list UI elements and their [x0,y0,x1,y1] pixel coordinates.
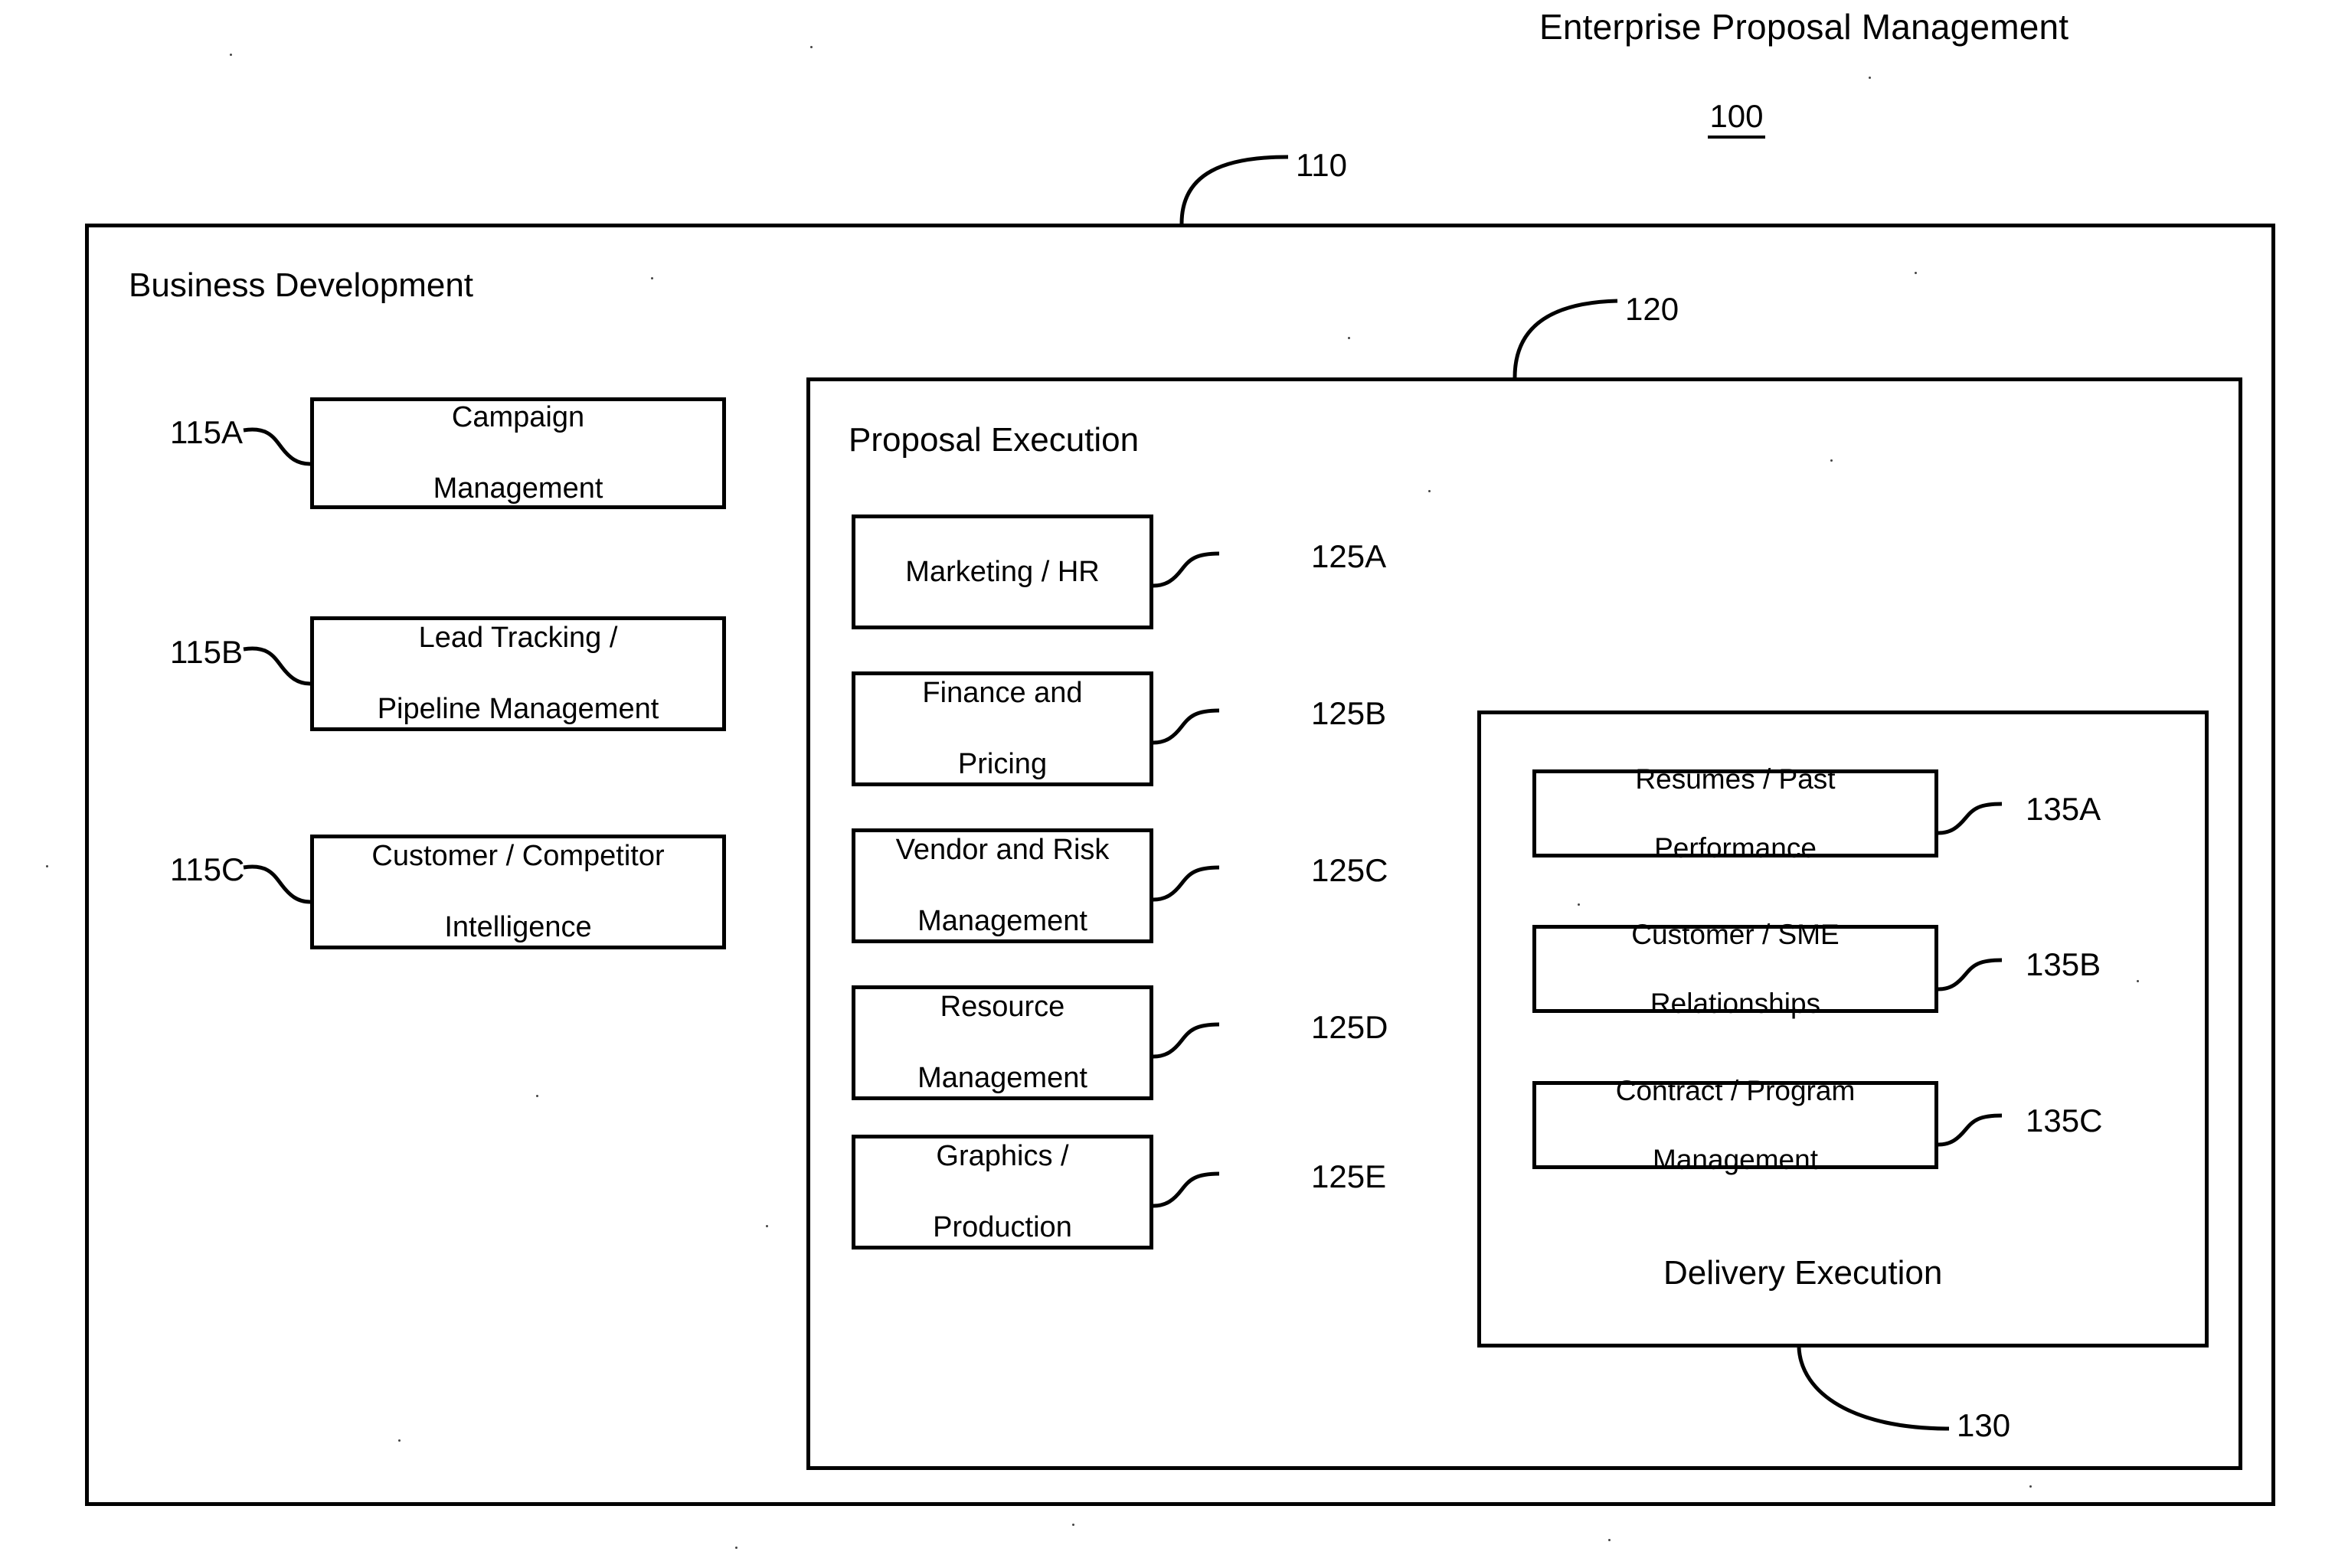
ref-110: 110 [1296,147,1347,183]
leader-110 [1179,155,1289,224]
leaf-box-graphics-production[interactable]: Graphics / Production [852,1135,1153,1250]
ref-125b: 125B [1311,695,1387,731]
ref-125a: 125A [1311,538,1387,574]
leaf-label: Resource Management [917,989,1087,1096]
leaf-box-contract-program-management[interactable]: Contract / Program Management [1532,1075,1938,1175]
leaf-label: Campaign Management [433,400,603,506]
leaf-label-line1: Finance and [922,677,1083,710]
leaf-box-resource-management[interactable]: Resource Management [852,985,1153,1100]
ref-135c: 135C [2026,1102,2103,1138]
leaf-label: Vendor and Risk Management [896,832,1110,939]
leaf-box-customer-sme-relationships[interactable]: Customer / SME Relationships [1532,919,1938,1019]
ref-115c: 115C [170,851,245,887]
leaf-box-lead-tracking[interactable]: Lead Tracking / Pipeline Management [310,616,726,731]
leaf-label: Graphics / Production [933,1138,1072,1245]
leaf-label: Customer / Competitor Intelligence [371,838,664,945]
leaf-box-vendor-risk-management[interactable]: Vendor and Risk Management [852,828,1153,943]
leaf-label: Lead Tracking / Pipeline Management [378,620,659,727]
figure-number: 100 [1539,98,1934,139]
ref-120: 120 [1625,291,1679,327]
leaf-label-line2: Management [433,472,603,505]
leaf-label-line1: Customer / SME [1631,918,1840,950]
leaf-label-line2: Pricing [957,748,1048,781]
leaf-label-line1: Campaign [451,401,585,434]
ref-125c: 125C [1311,852,1388,888]
leaf-label: Resumes / Past Performance [1635,762,1835,865]
leaf-label-line1: Customer / Competitor [371,840,665,873]
patent-figure: { "figure": { "title": "Enterprise Propo… [0,0,2335,1568]
leaf-box-marketing-hr[interactable]: Marketing / HR [852,514,1153,629]
ref-115b: 115B [170,634,243,670]
figure-number-value: 100 [1708,98,1765,139]
leaf-box-campaign-management[interactable]: Campaign Management [310,397,726,509]
leaf-label-line2: Intelligence [444,911,592,944]
leaf-label-line2: Performance [1654,832,1817,864]
leaf-label: Finance and Pricing [922,675,1082,782]
leaf-label-line1: Lead Tracking / [418,622,618,655]
leaf-label-line1: Marketing / HR [905,555,1100,588]
figure-title: Enterprise Proposal Management [1539,7,2069,47]
ref-115a: 115A [170,414,243,450]
leaf-label-line2: Management [917,905,1087,938]
leaf-box-resumes-past-performance[interactable]: Resumes / Past Performance [1532,763,1938,864]
business-development-label: Business Development [129,266,474,304]
leaf-label-line1: Resource [940,991,1065,1024]
ref-135a: 135A [2026,791,2101,827]
leaf-label: Marketing / HR [905,554,1099,590]
leaf-label: Customer / SME Relationships [1631,917,1839,1021]
leaf-label-line2: Relationships [1650,988,1821,1020]
leaf-label-line2: Pipeline Management [377,693,659,726]
leaf-box-customer-competitor-intelligence[interactable]: Customer / Competitor Intelligence [310,835,726,949]
leaf-label-line1: Graphics / [936,1140,1069,1173]
ref-135b: 135B [2026,946,2101,982]
ref-125e: 125E [1311,1158,1387,1194]
proposal-execution-label: Proposal Execution [849,421,1140,459]
leaf-label: Contract / Program Management [1616,1073,1856,1177]
leaf-label-line1: Vendor and Risk [895,834,1110,867]
leaf-label-line1: Contract / Program [1615,1074,1856,1106]
delivery-execution-label: Delivery Execution [1663,1254,1943,1292]
leaf-label-line2: Production [933,1211,1072,1244]
leaf-label-line1: Resumes / Past [1635,763,1836,795]
leaf-label-line2: Management [917,1062,1087,1095]
leaf-box-finance-pricing[interactable]: Finance and Pricing [852,671,1153,786]
ref-125d: 125D [1311,1009,1388,1045]
ref-130: 130 [1957,1407,2011,1443]
leaf-label-line2: Management [1653,1144,1818,1176]
